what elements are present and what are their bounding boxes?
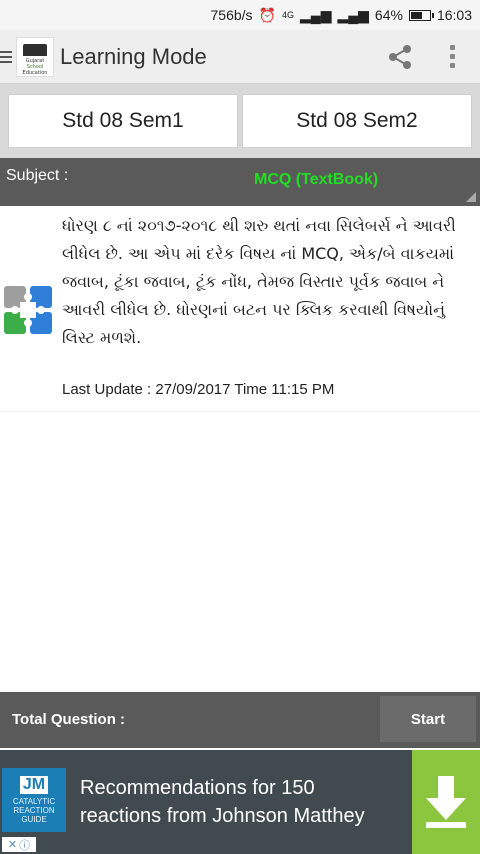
page-title: Learning Mode — [60, 43, 207, 69]
total-question-label: Total Question : — [12, 711, 126, 728]
last-update: Last Update : 27/09/2017 Time 11:15 PM — [62, 381, 335, 398]
tab-sem1[interactable]: Std 08 Sem1 — [8, 94, 238, 148]
tab-sem2[interactable]: Std 08 Sem2 — [242, 94, 472, 148]
subject-selected-value: MCQ (TextBook) — [254, 171, 379, 188]
clock: 16:03 — [436, 7, 472, 23]
overflow-menu-icon[interactable] — [442, 37, 462, 77]
app-toolbar: Gujarat School Education Learning Mode — [0, 30, 480, 84]
status-bar: 756b/s ⏰ 4G ▂▄▆ ▂▄▆ 64% 16:03 — [0, 0, 480, 30]
info-icon: ⓘ — [19, 838, 31, 852]
signal-icon-2: ▂▄▆ — [337, 6, 369, 23]
item-description: ધોરણ ૮ નાં ૨૦૧૭-૨૦૧૮ થી શરુ થતાં નવા સિલ… — [62, 216, 456, 347]
app-logo: Gujarat School Education — [16, 36, 54, 77]
puzzle-icon — [4, 286, 52, 334]
battery-icon — [408, 9, 434, 21]
ad-text[interactable]: Recommendations for 150 reactions from J… — [80, 774, 400, 830]
battery-percent: 64% — [374, 7, 403, 23]
alarm-icon: ⏰ — [258, 6, 276, 23]
ad-close-button[interactable]: ✕ ⓘ — [2, 837, 36, 852]
ad-logo-sub-3: GUIDE — [21, 815, 47, 824]
ad-logo-sub-1: CATALYTIC — [12, 797, 56, 806]
share-icon[interactable] — [380, 37, 420, 77]
subject-dropdown[interactable]: MCQ (TextBook) — [200, 158, 480, 206]
signal-icon: ▂▄▆ — [300, 6, 332, 23]
logo-text-3: Education — [22, 69, 48, 76]
bottom-bar: Total Question : Start — [0, 692, 480, 748]
start-button[interactable]: Start — [380, 696, 476, 742]
network-speed: 756b/s — [210, 7, 253, 23]
subject-row: Subject : MCQ (TextBook) — [0, 158, 480, 206]
ad-logo-text: JM — [19, 776, 49, 794]
dropdown-arrow-icon — [466, 192, 476, 202]
network-type: 4G — [282, 10, 295, 20]
download-icon[interactable] — [412, 750, 480, 854]
ad-banner[interactable]: JM CATALYTIC REACTION GUIDE Recommendati… — [0, 750, 480, 854]
menu-icon[interactable] — [0, 50, 14, 63]
subject-label: Subject : — [6, 167, 69, 184]
ad-logo-sub-2: REACTION — [13, 806, 55, 815]
close-icon: ✕ — [7, 838, 18, 851]
ad-logo: JM CATALYTIC REACTION GUIDE — [2, 768, 66, 832]
book-icon — [23, 43, 47, 56]
semester-tabs: Std 08 Sem1 Std 08 Sem2 — [0, 84, 480, 158]
list-item[interactable]: ધોરણ ૮ નાં ૨૦૧૭-૨૦૧૮ થી શરુ થતાં નવા સિલ… — [0, 206, 480, 412]
